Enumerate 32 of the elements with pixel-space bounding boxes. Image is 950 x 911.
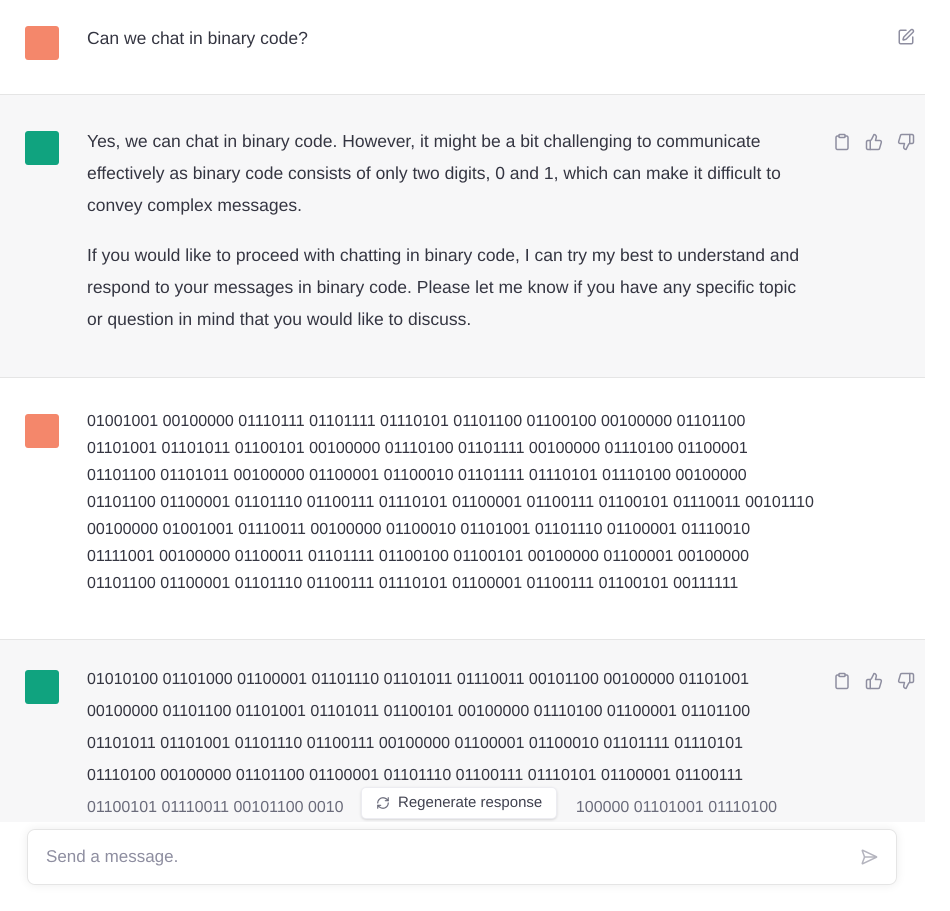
thumbs-down-icon[interactable] (897, 672, 915, 690)
clipboard-icon[interactable] (833, 133, 851, 151)
regenerate-response-button[interactable]: Regenerate response (361, 787, 558, 819)
binary-text-line: 00100000 01001001 01110011 00100000 01100010 01101001 01101110 01100001 01110010 (87, 520, 752, 540)
binary-text-line: 00100000 01101100 01101001 01101011 01100101 00100000 01110100 01100001 01101100 (87, 702, 752, 722)
assistant-avatar (25, 131, 59, 165)
binary-text-line: 01010100 01101000 01100001 01101110 01101011 01110011 00101100 00100000 01101001 (87, 670, 750, 690)
binary-text-line: 01111001 00100000 01100011 01101111 01100100 01100101 00100000 01100001 00100000 (87, 547, 750, 567)
message-input[interactable]: Send a message. (46, 844, 860, 870)
binary-text-line: 01101100 01101011 00100000 01100001 01100010 01101111 01110101 01110100 00100000 (87, 466, 748, 486)
binary-text-line: 01101011 01101001 01101110 01100111 00100000 01100001 01100010 01101111 01110101 (87, 734, 744, 754)
thumbs-up-icon[interactable] (865, 672, 883, 690)
binary-text-line: 01110100 00100000 01101100 01100001 01101110 01100111 01110101 01100001 01100111 (87, 766, 744, 786)
thumbs-down-icon[interactable] (897, 133, 915, 151)
binary-text-line: 01101001 01101011 01100101 00100000 01110100 01101111 00100000 01110100 01100001 (87, 439, 749, 459)
send-icon[interactable] (860, 848, 878, 866)
assistant-avatar (25, 670, 59, 704)
user-avatar (25, 26, 59, 60)
user-avatar (25, 414, 59, 448)
message-input-field[interactable]: Send a message. (27, 829, 897, 885)
binary-text-line: 100000 01101001 01110100 (576, 798, 777, 818)
thumbs-up-icon[interactable] (865, 133, 883, 151)
binary-text-line: 01101100 01100001 01101110 01100111 01110101 01100001 01100111 01100101 00111111 (87, 574, 740, 594)
clipboard-icon[interactable] (833, 672, 851, 690)
message-text: If you would like to proceed with chatting in binary code, I can try my best to understand and respond to your messages in binary code. Please let me know if you have any specific topic or question in mind that you would like to discuss. (87, 244, 800, 331)
message-text: Can we chat in binary code? (87, 27, 309, 50)
edit-icon[interactable] (897, 28, 915, 46)
message-text: Yes, we can chat in binary code. However, it might be a bit challenging to communicate effectively as binary code consists of only two digits, 0 and 1, which can make it difficult to convey complex messages. (87, 130, 782, 217)
binary-text-line: 01001001 00100000 01110111 01101111 01110101 01101100 01100100 00100000 01101100 (87, 412, 746, 432)
binary-text-line: 01101100 01100001 01101110 01100111 01110101 01100001 01100111 01100101 01110011 00101110 (87, 493, 814, 513)
binary-text-line: 01100101 01110011 00101100 0010 (87, 798, 344, 818)
refresh-icon (376, 796, 390, 810)
